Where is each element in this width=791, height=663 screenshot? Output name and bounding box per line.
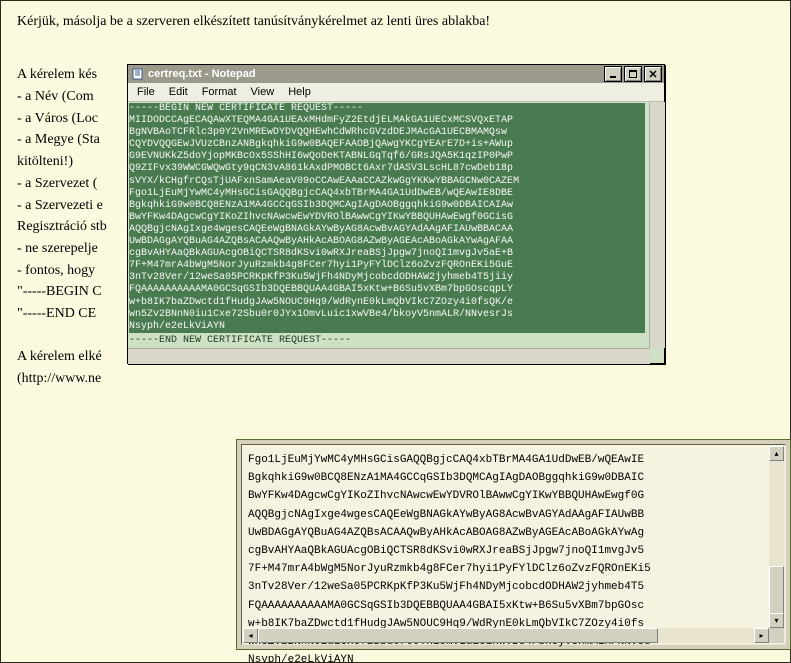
notepad-scrollbar-horizontal[interactable] [128,348,650,364]
menu-item-view[interactable]: View [244,85,282,99]
close-icon [649,70,657,78]
instruction-line: (http://www.ne [17,368,774,390]
scroll-right-button[interactable]: ▸ [754,628,769,643]
titlebar-buttons [604,66,662,82]
notepad-selected-text[interactable]: -----BEGIN NEW CERTIFICATE REQUEST----- … [129,103,645,333]
menu-item-format[interactable]: Format [195,85,244,99]
maximize-icon [629,70,637,78]
menu-item-edit[interactable]: Edit [162,85,195,99]
page-background: Kérjük, másolja be a szerveren elkészíte… [0,0,791,663]
scrollbar-horizontal[interactable]: ◂ ▸ [243,628,769,643]
menu-item-file[interactable]: File [130,85,162,99]
scroll-thumb-horizontal[interactable] [258,628,658,643]
close-button[interactable] [644,66,662,82]
notepad-client-area: -----BEGIN NEW CERTIFICATE REQUEST----- … [128,102,664,363]
window-title: certreq.txt - Notepad [148,68,600,80]
menubar: FileEditFormatViewHelp [128,83,664,102]
notepad-window: certreq.txt - Notepad FileEditFormatView… [127,64,665,364]
certificate-request-panel: Fgo1LjEuMjYwMC4yMHsGCisGAQQBgjcCAQ4xbTBr… [236,439,791,650]
minimize-button[interactable] [604,66,622,82]
scroll-corner [769,628,784,643]
scrollbar-vertical[interactable]: ▴ ▾ [769,446,784,628]
scroll-thumb-vertical[interactable] [769,566,784,616]
menu-item-help[interactable]: Help [281,85,318,99]
maximize-button[interactable] [624,66,642,82]
instruction-text: Kérjük, másolja be a szerveren elkészíte… [17,11,774,33]
instruction-line [17,43,774,65]
notepad-scrollbar-vertical[interactable] [649,102,665,348]
scroll-up-button[interactable]: ▴ [769,446,784,461]
scroll-down-button[interactable]: ▾ [769,613,784,628]
scroll-left-button[interactable]: ◂ [243,628,258,643]
certificate-request-textarea[interactable]: Fgo1LjEuMjYwMC4yMHsGCisGAQQBgjcCAQ4xbTBr… [241,444,786,645]
minimize-icon [609,70,617,78]
notepad-end-line[interactable]: -----END NEW CERTIFICATE REQUEST----- [129,335,351,346]
notepad-icon [132,68,144,80]
titlebar[interactable]: certreq.txt - Notepad [128,65,664,83]
